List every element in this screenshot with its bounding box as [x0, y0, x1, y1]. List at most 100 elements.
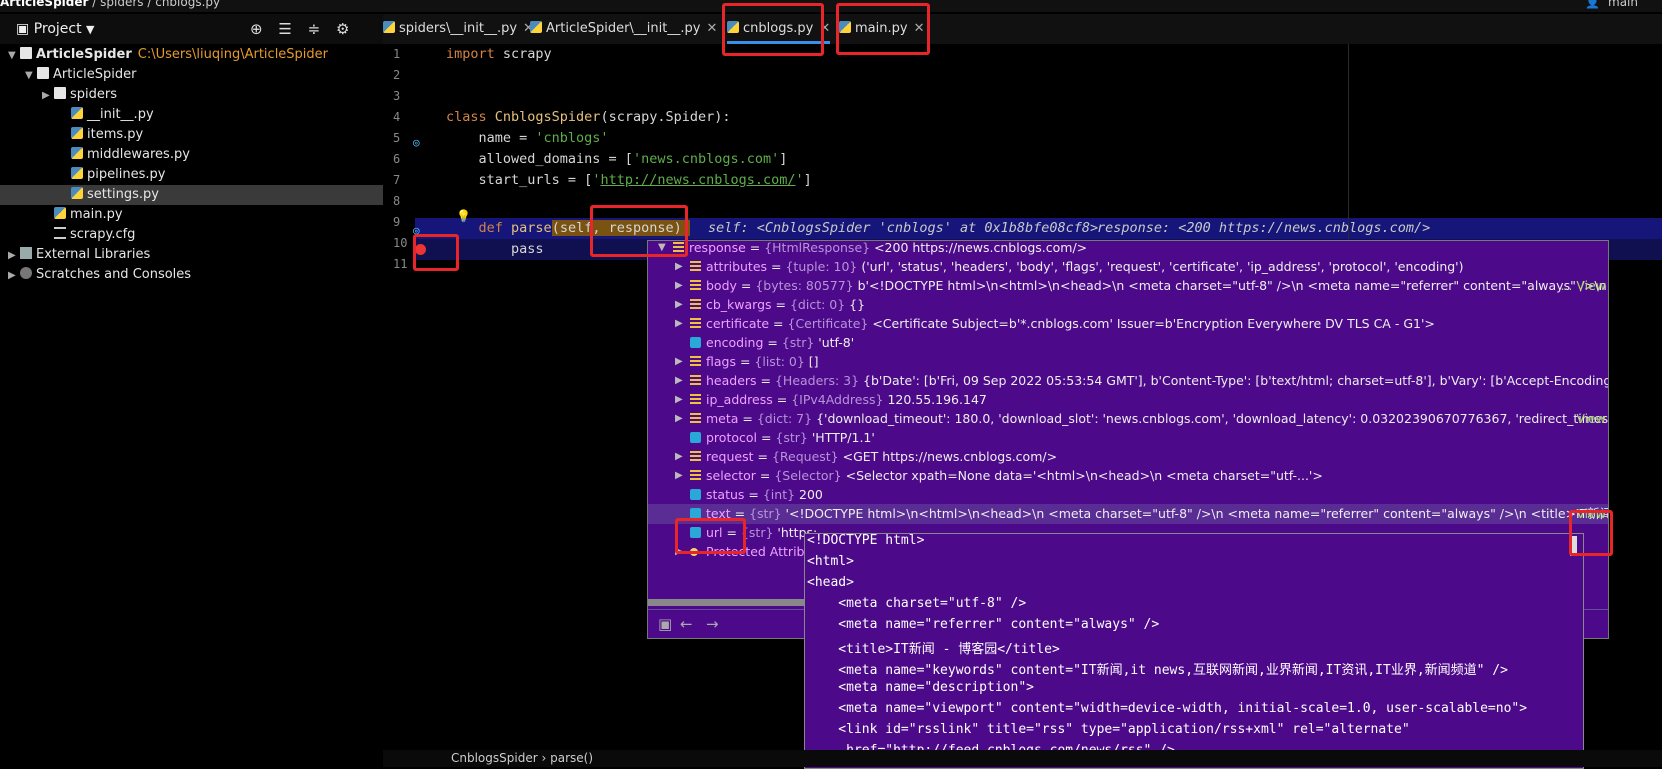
chevron-down-icon[interactable]: ▼	[86, 23, 94, 36]
view-link[interactable]: View	[1576, 504, 1608, 524]
locate-icon[interactable]: ⊕	[250, 20, 263, 38]
breakpoint-icon[interactable]	[415, 244, 426, 255]
tab-main[interactable]: main.py ✕	[839, 14, 924, 44]
chevron-right-icon[interactable]: ▶	[675, 295, 683, 315]
variable-row[interactable]: ▶ ip_address = {IPv4Address} 120.55.196.1…	[648, 390, 1608, 410]
chevron-right-icon[interactable]: ▶	[675, 409, 683, 429]
view-link[interactable]: View	[1576, 409, 1608, 429]
tree-expand-arrow[interactable]: ▶	[8, 246, 20, 266]
text-value-popup[interactable]: <!DOCTYPE html> <html> <head> <meta charse…	[804, 533, 1584, 769]
variable-row[interactable]: ▶ meta = {dict: 7} {'download_timeout': 1…	[648, 409, 1608, 429]
tree-item-label: ArticleSpider	[53, 67, 137, 82]
variable-row[interactable]: encoding = {str} 'utf-8'	[648, 333, 1608, 353]
override-gutter-icon[interactable]: ◎	[413, 224, 420, 237]
inline-debug-value-self: self: <CnblogsSpider 'cnblogs' at 0x1b8b…	[708, 220, 1099, 236]
folder-icon[interactable]: ▣	[658, 615, 672, 633]
chevron-right-icon[interactable]: ▶	[675, 314, 683, 334]
class-name: CnblogsSpider	[486, 109, 601, 125]
tab-label: main.py	[855, 21, 908, 36]
chevron-right-icon[interactable]: ▶	[675, 371, 683, 391]
variable-name: status	[706, 487, 745, 502]
folder-icon	[37, 67, 49, 79]
variable-row[interactable]: ▶ selector = {Selector} <Selector xpath=N…	[648, 466, 1608, 486]
status-crumb-function[interactable]: parse()	[550, 751, 593, 765]
variable-row[interactable]: status = {int} 200	[648, 485, 1608, 505]
user-icon[interactable]: 👤	[1585, 0, 1600, 9]
code-text: scrapy	[494, 46, 552, 62]
tree-item[interactable]: scrapy.cfg	[0, 225, 383, 245]
override-gutter-icon[interactable]: ◎	[413, 136, 420, 149]
tree-item[interactable]: main.py	[0, 205, 383, 225]
tree-item-label: spiders	[70, 87, 118, 102]
tab-articlespider-init[interactable]: ArticleSpider\__init__.py ✕	[530, 14, 717, 44]
url-link[interactable]: http://news.cnblogs.com/	[600, 172, 795, 188]
variable-row[interactable]: ▶ attributes = {tuple: 10} ('url', 'statu…	[648, 257, 1608, 277]
tree-item[interactable]: ▼ ArticleSpider	[0, 65, 383, 85]
breadcrumb-root[interactable]: ArticleSpider	[0, 0, 88, 9]
library-icon	[20, 247, 32, 259]
code-line-1: import scrapy	[446, 44, 552, 65]
variable-row[interactable]: ▶ body = {bytes: 80577} b'<!DOCTYPE html>…	[648, 276, 1608, 296]
chevron-right-icon[interactable]: ▶	[675, 466, 683, 486]
code-text: name =	[446, 130, 536, 146]
chevron-right-icon[interactable]: ▶	[675, 447, 683, 467]
tree-item[interactable]: __init__.py	[0, 105, 383, 125]
variable-row[interactable]: ▶ request = {Request} <GET https://news.c…	[648, 447, 1608, 467]
list-icon	[690, 261, 701, 272]
tree-item[interactable]: settings.py	[0, 185, 383, 205]
lightbulb-icon[interactable]: 💡	[456, 209, 471, 223]
project-panel-title[interactable]: Project	[34, 21, 82, 37]
forward-arrow-icon[interactable]: →	[706, 615, 719, 633]
variable-row[interactable]: ▶ flags = {list: 0} []	[648, 352, 1608, 372]
chevron-right-icon[interactable]: ▶	[675, 276, 683, 296]
vertical-scrollbar[interactable]	[1570, 536, 1577, 556]
tab-spiders-init[interactable]: spiders\__init__.py ✕	[383, 14, 534, 44]
tree-expand-arrow[interactable]: ▶	[42, 86, 54, 106]
variable-row[interactable]: ▶ cb_kwargs = {dict: 0} {}	[648, 295, 1608, 315]
list-icon	[690, 299, 701, 310]
expand-all-icon[interactable]: ☰	[278, 20, 291, 38]
variable-text: protocol = {str} 'HTTP/1.1'	[706, 428, 875, 448]
close-icon[interactable]: ✕	[819, 21, 830, 36]
variable-row[interactable]: ▼ response = {HtmlResponse} <200 https://…	[648, 241, 1608, 258]
chevron-down-icon[interactable]: ▼	[658, 241, 666, 258]
tab-cnblogs[interactable]: cnblogs.py ✕	[727, 14, 831, 44]
variable-row[interactable]: text = {str} '<!DOCTYPE html>\n<html>\n<…	[648, 504, 1608, 524]
chevron-right-icon[interactable]: ▶	[675, 542, 683, 562]
tree-item[interactable]: ▼ ArticleSpider C:\Users\liuqing\ArticleSp…	[0, 45, 383, 65]
code-line-6: allowed_domains = ['news.cnblogs.com']	[446, 149, 788, 170]
status-crumb-class[interactable]: CnblogsSpider	[451, 751, 538, 765]
equals-sign: =	[757, 430, 776, 445]
close-icon[interactable]: ✕	[706, 21, 717, 36]
breadcrumb-item[interactable]: cnblogs.py	[155, 0, 220, 9]
collapse-all-icon[interactable]: ≑	[308, 20, 321, 38]
tree-item[interactable]: items.py	[0, 125, 383, 145]
variable-text: encoding = {str} 'utf-8'	[706, 333, 854, 353]
tree-item[interactable]: ▶ Scratches and Consoles	[0, 265, 383, 285]
vcs-branch[interactable]: main	[1608, 0, 1638, 9]
gear-icon[interactable]: ⚙	[336, 20, 349, 38]
variable-row[interactable]: ▶ certificate = {Certificate} <Certificat…	[648, 314, 1608, 334]
chevron-right-icon[interactable]: ▶	[675, 390, 683, 410]
code-line-5: name = 'cnblogs'	[446, 128, 609, 149]
tree-expand-arrow[interactable]: ▼	[8, 46, 20, 66]
variable-row[interactable]: ▶ headers = {Headers: 3} {b'Date': [b'Fri…	[648, 371, 1608, 391]
tree-item[interactable]: ▶ External Libraries	[0, 245, 383, 265]
chevron-right-icon[interactable]: ▶	[675, 257, 683, 277]
tree-item[interactable]: pipelines.py	[0, 165, 383, 185]
python-file-icon	[71, 107, 83, 119]
variable-row[interactable]: protocol = {str} 'HTTP/1.1'	[648, 428, 1608, 448]
chevron-right-icon[interactable]: ▶	[675, 352, 683, 372]
tree-expand-arrow[interactable]: ▶	[8, 266, 20, 286]
back-arrow-icon[interactable]: ←	[680, 615, 693, 633]
tree-item[interactable]: middlewares.py	[0, 145, 383, 165]
variable-name: meta	[706, 411, 739, 426]
horizontal-scrollbar[interactable]	[648, 599, 808, 606]
tree-item[interactable]: ▶ spiders	[0, 85, 383, 105]
keyword: class	[446, 109, 487, 125]
view-link[interactable]: ... View	[1560, 276, 1608, 296]
breadcrumb-item[interactable]: spiders	[100, 0, 143, 9]
close-icon[interactable]: ✕	[914, 21, 925, 36]
tree-expand-arrow[interactable]: ▼	[25, 66, 37, 86]
parameter-text: (self,	[551, 220, 609, 236]
